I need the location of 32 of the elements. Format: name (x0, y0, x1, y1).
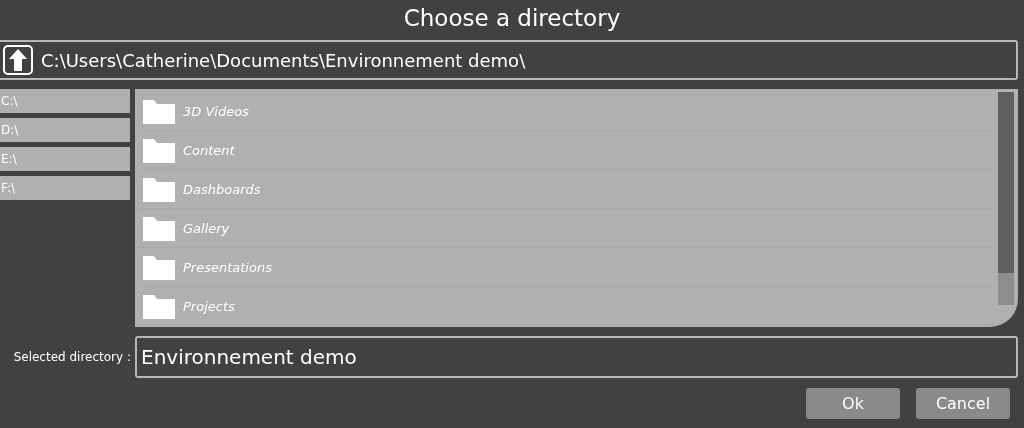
folder-icon (143, 98, 175, 124)
folder-row[interactable]: Content (138, 131, 992, 170)
folder-row[interactable]: Gallery (138, 209, 992, 248)
folder-name: Dashboards (183, 181, 261, 197)
folder-name: Presentations (183, 259, 272, 275)
drive-item[interactable]: D:\ (0, 118, 130, 142)
folder-name: Projects (183, 298, 235, 314)
path-field[interactable]: C:\Users\Catherine\Documents\Environnement demo\ (0, 40, 1018, 80)
scrollbar[interactable] (998, 92, 1014, 305)
up-button[interactable] (3, 45, 33, 75)
scrollbar-thumb[interactable] (998, 273, 1014, 305)
folder-name: 3D Videos (183, 103, 249, 119)
folder-icon (143, 215, 175, 241)
selected-directory-field[interactable]: Environnement demo (135, 336, 1018, 378)
drive-item[interactable]: E:\ (0, 147, 130, 171)
folder-row[interactable]: Dashboards (138, 170, 992, 209)
folder-name: Gallery (183, 220, 230, 236)
folder-icon (143, 254, 175, 280)
up-arrow-icon (9, 49, 27, 71)
folder-row[interactable]: Presentations (138, 248, 992, 287)
folder-row[interactable]: Projects (138, 287, 992, 326)
window-title: Choose a directory (403, 4, 621, 33)
drive-item[interactable]: C:\ (0, 89, 130, 113)
folder-row[interactable]: 3D Videos (138, 92, 992, 131)
ok-button[interactable]: Ok (806, 388, 900, 419)
folder-name: Content (183, 142, 235, 158)
folder-icon (143, 176, 175, 202)
drive-item[interactable]: F:\ (0, 176, 130, 200)
folder-icon (143, 137, 175, 163)
cancel-button[interactable]: Cancel (916, 388, 1010, 419)
folder-icon (143, 293, 175, 319)
selected-directory-label: Selected directory : (12, 350, 131, 364)
